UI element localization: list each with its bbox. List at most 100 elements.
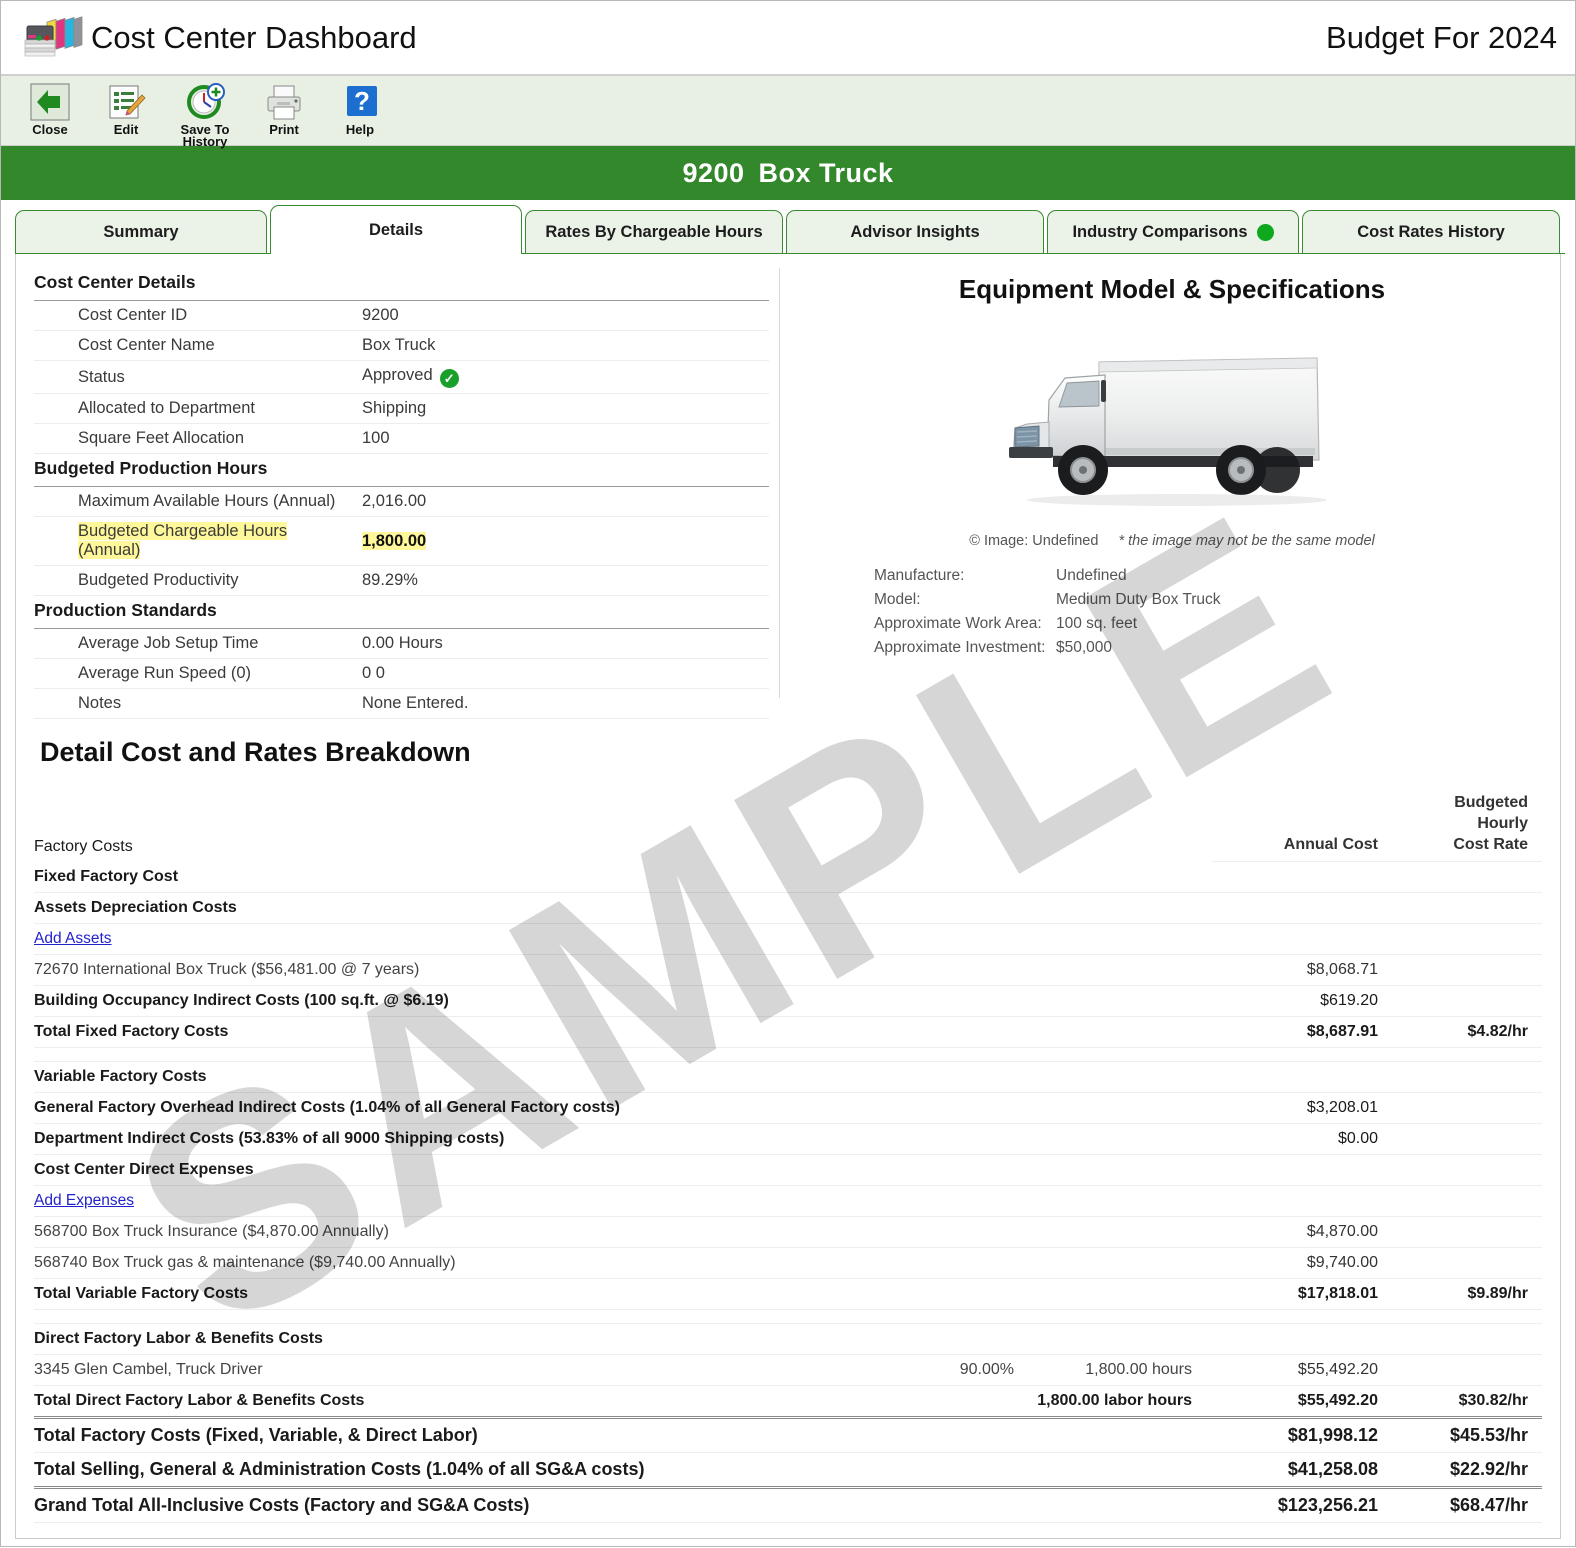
row-rate: $45.53/hr — [1392, 1415, 1542, 1453]
spec-label: Approximate Work Area: — [874, 615, 1042, 632]
help-button-label: Help — [345, 122, 375, 137]
edit-pencil-icon — [106, 82, 146, 122]
row-hours — [1032, 1247, 1212, 1279]
row-value: 100 — [354, 423, 769, 454]
row-label: Building Occupancy Indirect Costs (100 s… — [34, 985, 912, 1017]
table-row: Average Job Setup Time 0.00 Hours — [34, 629, 769, 659]
row-rate — [1392, 892, 1542, 924]
row-rate: $9.89/hr — [1392, 1278, 1542, 1310]
row-pct — [912, 1061, 1032, 1093]
row-hours — [1032, 861, 1212, 893]
tab-advisor-insights[interactable]: Advisor Insights — [786, 210, 1044, 254]
row-annual: $81,998.12 — [1212, 1415, 1392, 1453]
row-pct — [912, 1385, 1032, 1418]
close-button[interactable]: Close — [15, 80, 85, 136]
table-row: Manufacture: Undefined — [874, 565, 1221, 587]
table-row-total: Total Variable Factory Costs $17,818.01 … — [34, 1278, 1542, 1310]
column-header-hourly-rate: Budgeted Hourly Cost Rate — [1392, 786, 1542, 862]
table-row: Cost Center Name Box Truck — [34, 330, 769, 361]
table-row: Direct Factory Labor & Benefits Costs — [34, 1323, 1542, 1355]
edit-button[interactable]: Edit — [91, 80, 161, 136]
image-credit-note: © Image: Undefined * the image may not b… — [802, 533, 1542, 549]
tab-details[interactable]: Details — [270, 205, 522, 254]
row-rate — [1392, 954, 1542, 986]
row-hours — [1032, 1185, 1212, 1217]
tab-industry-comparisons[interactable]: Industry Comparisons — [1047, 210, 1299, 254]
row-hours — [1032, 1216, 1212, 1248]
row-pct — [912, 1278, 1032, 1310]
row-annual — [1212, 1185, 1392, 1217]
row-label: 568700 Box Truck Insurance ($4,870.00 An… — [34, 1216, 912, 1248]
table-row-total: Total Fixed Factory Costs $8,687.91 $4.8… — [34, 1016, 1542, 1048]
row-rate — [1392, 1185, 1542, 1217]
row-label: Allocated to Department — [34, 393, 354, 424]
table-row: 72670 International Box Truck ($56,481.0… — [34, 954, 1542, 986]
rate-header-line2: Hourly — [1477, 815, 1528, 832]
row-label: Cost Center ID — [34, 301, 354, 331]
row-label: Cost Center Direct Expenses — [34, 1154, 912, 1186]
row-label-cell: Add Assets — [34, 923, 912, 955]
spacer-cell — [34, 1309, 1542, 1324]
row-annual: $55,492.20 — [1212, 1385, 1392, 1418]
printer-cartridges-icon — [23, 10, 85, 66]
tab-summary[interactable]: Summary — [15, 210, 267, 254]
table-row: Fixed Factory Cost — [34, 861, 1542, 893]
table-row: 568700 Box Truck Insurance ($4,870.00 An… — [34, 1216, 1542, 1248]
table-row: Building Occupancy Indirect Costs (100 s… — [34, 985, 1542, 1017]
row-rate — [1392, 1354, 1542, 1386]
tab-rates-by-chargeable-hours[interactable]: Rates By Chargeable Hours — [525, 210, 783, 254]
rate-header-line3: Cost Rate — [1453, 836, 1528, 853]
save-to-history-button[interactable]: Save To History — [167, 80, 243, 148]
row-pct — [912, 1247, 1032, 1279]
row-pct — [912, 1415, 1032, 1453]
add-assets-link[interactable]: Add Assets — [34, 930, 112, 947]
row-annual — [1212, 861, 1392, 893]
row-hours — [1032, 1016, 1212, 1048]
approved-check-icon: ✓ — [439, 369, 459, 388]
row-label: Variable Factory Costs — [34, 1061, 912, 1093]
row-hours — [1032, 1415, 1212, 1453]
question-mark-icon: ? — [340, 82, 380, 122]
print-button[interactable]: Print — [249, 80, 319, 136]
budget-year-label: Budget For 2024 — [1326, 19, 1557, 55]
cost-center-details-heading: Cost Center Details — [34, 272, 196, 292]
row-annual — [1212, 892, 1392, 924]
add-expenses-link[interactable]: Add Expenses — [34, 1192, 134, 1209]
header-spacer — [912, 786, 1032, 862]
production-standards-table: Average Job Setup Time 0.00 Hours Averag… — [34, 629, 769, 719]
status-text: Approved — [362, 366, 433, 384]
table-row: Department Indirect Costs (53.83% of all… — [34, 1123, 1542, 1155]
row-annual: $9,740.00 — [1212, 1247, 1392, 1279]
breakdown-header-row: Factory Costs Annual Cost Budgeted Hourl… — [34, 786, 1542, 862]
row-pct — [912, 985, 1032, 1017]
tab-cost-rates-history-label: Cost Rates History — [1357, 223, 1505, 241]
row-hours — [1032, 1061, 1212, 1093]
row-rate — [1392, 1092, 1542, 1124]
row-label: Budgeted Productivity — [34, 565, 354, 596]
table-row-grand: Total Selling, General & Administration … — [34, 1452, 1542, 1488]
row-annual: $8,687.91 — [1212, 1016, 1392, 1048]
tab-bar: Summary Details Rates By Chargeable Hour… — [1, 200, 1575, 254]
row-rate — [1392, 1216, 1542, 1248]
tab-cost-rates-history[interactable]: Cost Rates History — [1302, 210, 1560, 254]
row-pct — [912, 892, 1032, 924]
row-value: 0 0 — [354, 658, 769, 689]
row-annual: $17,818.01 — [1212, 1278, 1392, 1310]
factory-costs-heading: Factory Costs — [34, 837, 133, 855]
row-hours — [1032, 1154, 1212, 1186]
row-label: Total Variable Factory Costs — [34, 1278, 912, 1310]
row-value: None Entered. — [354, 688, 769, 719]
table-row-highlighted: Budgeted Chargeable Hours (Annual) 1,800… — [34, 516, 769, 566]
help-button[interactable]: ? Help — [325, 80, 395, 136]
image-copyright: © Image: Undefined — [969, 533, 1099, 549]
row-annual — [1212, 1061, 1392, 1093]
table-row-total: Total Direct Factory Labor & Benefits Co… — [34, 1385, 1542, 1418]
table-row: Cost Center ID 9200 — [34, 301, 769, 331]
table-row: Allocated to Department Shipping — [34, 393, 769, 424]
table-row: Assets Depreciation Costs — [34, 892, 1542, 924]
row-hours — [1032, 892, 1212, 924]
row-annual: $3,208.01 — [1212, 1092, 1392, 1124]
row-rate: $4.82/hr — [1392, 1016, 1542, 1048]
row-label: Total Direct Factory Labor & Benefits Co… — [34, 1385, 912, 1418]
spec-label: Model: — [874, 591, 921, 608]
